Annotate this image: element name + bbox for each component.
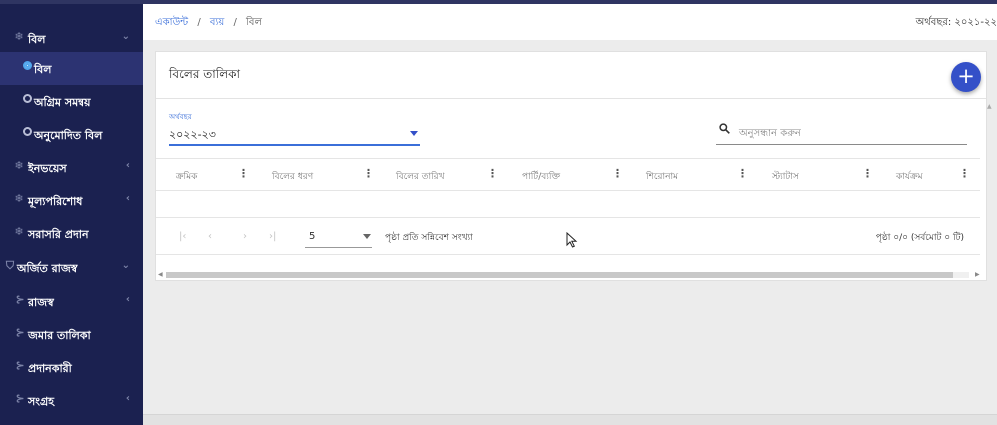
branch-icon: ⊱ <box>15 359 25 372</box>
sidebar-item-collection[interactable]: ⊱ সংগ্রহ ‹ <box>0 384 143 417</box>
column-menu-icon[interactable]: ⋮ <box>959 167 970 180</box>
branch-icon: ⊱ <box>15 293 25 306</box>
sidebar-item-label: মূল্যপরিশোধ <box>28 195 83 208</box>
sidebar-item-label: অগ্রিম সমন্বয় <box>34 96 91 109</box>
sidebar-item-invoice[interactable]: ❄ ইনভয়েস ‹ <box>0 151 143 184</box>
sidebar-item-direct-payment[interactable]: ❄ সরাসরি প্রদান <box>0 217 143 250</box>
chevron-down-icon: ⌄ <box>121 31 130 42</box>
column-menu-icon[interactable]: ⋮ <box>737 167 748 180</box>
rows-per-page-label: পৃষ্ঠা প্রতি সন্নিবেশ সংখ্যা <box>385 233 473 243</box>
radio-dot-icon <box>21 127 33 139</box>
fiscal-year-select-label: অর্থবছর <box>169 113 192 121</box>
sidebar-item-label: অনুমোদিত বিল <box>34 129 103 142</box>
fiscal-year-select-value[interactable]: ২০২২-২৩ <box>169 126 216 145</box>
column-header-heading[interactable]: শিরোনাম <box>646 169 678 184</box>
column-menu-icon[interactable]: ⋮ <box>862 167 873 180</box>
sidebar: ❄ বিল ⌄ বিল অগ্রিম সমন্বয় অনুমোদিত বিল … <box>0 0 143 425</box>
sidebar-item-payment[interactable]: ❄ মূল্যপরিশোধ ‹ <box>0 184 143 217</box>
breadcrumb-separator: / <box>233 17 237 28</box>
prev-page-button[interactable]: ‹ <box>208 231 212 242</box>
scroll-left-arrow-icon[interactable]: ◀ <box>158 271 163 278</box>
sidebar-item-deposit-list[interactable]: ⊱ জমার তালিকা <box>0 318 143 351</box>
sidebar-item-revenue[interactable]: ⊱ রাজস্ব ‹ <box>0 285 143 318</box>
sidebar-item-advance-adjustment[interactable]: অগ্রিম সমন্বয় <box>0 85 143 118</box>
column-header-action[interactable]: কার্যক্রম <box>896 169 923 184</box>
page-info: পৃষ্ঠা ০/০ (সর্বমোট ০ টি) <box>875 233 964 243</box>
top-bar: একাউন্ট / ব্যয় / বিল অর্থবছর: ২০২১-২২ <box>143 0 997 40</box>
mouse-cursor-icon <box>566 232 578 248</box>
breadcrumb-separator: / <box>197 17 201 28</box>
sidebar-item-label: বিল <box>28 33 46 46</box>
footer-bar <box>143 414 997 425</box>
column-menu-icon[interactable]: ⋮ <box>487 167 498 180</box>
sidebar-item-approved-bill[interactable]: অনুমোদিত বিল <box>0 118 143 151</box>
column-header-bill-type[interactable]: বিলের ধরণ <box>272 169 313 184</box>
search-input[interactable]: অনুসন্ধান করুন <box>739 126 801 143</box>
table-header: ক্রমিক ⋮ বিলের ধরণ ⋮ বিলের তারিখ ⋮ পার্ট… <box>156 158 980 191</box>
sidebar-item-bill[interactable]: বিল <box>0 52 143 85</box>
shield-icon: ⛉ <box>5 259 15 272</box>
chevron-left-icon: ‹ <box>125 160 130 171</box>
scroll-right-arrow-icon[interactable]: ▶ <box>975 271 980 278</box>
snowflake-icon: ❄ <box>14 159 24 172</box>
scrollbar-thumb[interactable] <box>166 272 953 278</box>
snowflake-icon: ❄ <box>14 225 24 238</box>
sidebar-item-label: জমার তালিকা <box>28 329 91 342</box>
radio-dot-icon <box>21 94 33 106</box>
rows-per-page-select[interactable]: 5 <box>309 231 315 242</box>
first-page-button[interactable]: |‹ <box>179 231 186 242</box>
sidebar-item-label: রাজস্ব <box>28 296 54 309</box>
sidebar-item-label: অর্জিত রাজস্ব <box>17 262 78 275</box>
last-page-button[interactable]: ›| <box>269 231 276 242</box>
branch-icon: ⊱ <box>15 326 25 339</box>
column-menu-icon[interactable]: ⋮ <box>363 167 374 180</box>
column-header-serial[interactable]: ক্রমিক <box>176 169 197 184</box>
scroll-up-arrow-icon[interactable]: ▲ <box>987 103 992 110</box>
chevron-down-icon: ⌄ <box>121 260 130 271</box>
empty-table-row <box>156 191 980 218</box>
search-underline <box>716 144 967 145</box>
breadcrumb-account[interactable]: একাউন্ট <box>155 17 188 28</box>
sidebar-item-payer[interactable]: ⊱ প্রদানকারী <box>0 351 143 384</box>
breadcrumb-expense[interactable]: ব্যয় <box>210 17 224 28</box>
page-title: বিলের তালিকা <box>169 67 241 81</box>
select-underline <box>305 247 372 248</box>
fiscal-year-label: অর্থবছর: ২০২১-২২ <box>915 17 997 28</box>
next-page-button[interactable]: › <box>243 231 247 242</box>
select-underline <box>169 144 420 146</box>
sidebar-item-label: সংগ্রহ <box>28 395 55 408</box>
dropdown-arrow-icon[interactable] <box>410 131 418 136</box>
sidebar-item-label: ইনভয়েস <box>28 162 67 175</box>
snowflake-icon: ❄ <box>14 192 24 205</box>
horizontal-scrollbar[interactable]: ◀ ▶ <box>156 269 988 281</box>
column-header-status[interactable]: স্ট্যাটাস <box>772 169 799 184</box>
breadcrumb-current: বিল <box>246 17 262 28</box>
search-icon <box>719 123 730 134</box>
chevron-left-icon: ‹ <box>125 393 130 404</box>
sidebar-item-earned-revenue[interactable]: ⛉ অর্জিত রাজস্ব ⌄ <box>0 251 143 284</box>
divider <box>156 98 986 99</box>
sidebar-item-bill-group[interactable]: ❄ বিল ⌄ <box>0 22 143 55</box>
chevron-left-icon: ‹ <box>125 193 130 204</box>
breadcrumb: একাউন্ট / ব্যয় / বিল <box>155 15 262 32</box>
branch-icon: ⊱ <box>15 392 25 405</box>
chevron-left-icon: ‹ <box>125 294 130 305</box>
add-bill-button[interactable]: + <box>951 62 981 92</box>
column-header-party[interactable]: পার্টি/ব্যক্তি <box>522 169 560 184</box>
radio-dot-icon <box>21 61 33 73</box>
sidebar-item-label: সরাসরি প্রদান <box>28 228 89 241</box>
dropdown-arrow-icon[interactable] <box>363 234 371 239</box>
column-menu-icon[interactable]: ⋮ <box>612 167 623 180</box>
sidebar-item-label: বিল <box>34 63 52 76</box>
column-menu-icon[interactable]: ⋮ <box>238 167 249 180</box>
snowflake-icon: ❄ <box>14 30 24 43</box>
column-header-bill-date[interactable]: বিলের তারিখ <box>396 169 445 184</box>
sidebar-item-label: প্রদানকারী <box>28 362 72 375</box>
